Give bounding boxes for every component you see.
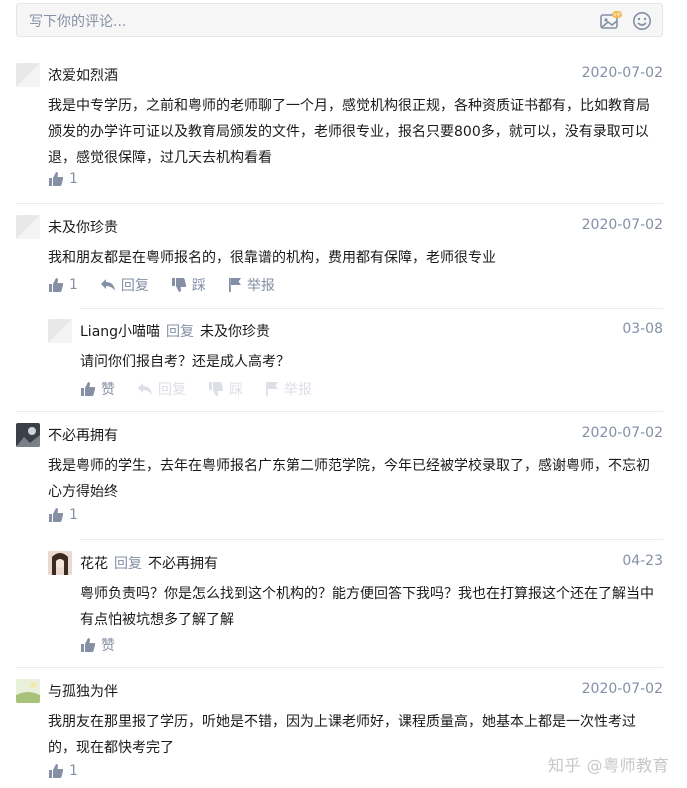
- comment-date: 2020-07-02: [581, 65, 663, 81]
- report-label: 举报: [284, 382, 312, 398]
- reply-tag: 回复: [114, 556, 142, 572]
- dislike-icon: [171, 278, 187, 292]
- reply-author[interactable]: Liang小喵喵: [80, 324, 160, 340]
- like-label: 赞: [101, 382, 115, 398]
- like-button[interactable]: 赞: [80, 635, 115, 655]
- avatar[interactable]: [16, 679, 40, 703]
- dislike-icon: [209, 382, 224, 396]
- reply-date: 03-08: [622, 321, 663, 337]
- reply-label: 回复: [158, 382, 186, 398]
- reply-to-user[interactable]: 不必再拥有: [148, 556, 218, 572]
- comment-text: 我是中专学历，之前和粤师的老师聊了一个月，感觉机构很正规，各种资质证书都有，比如…: [48, 98, 650, 166]
- reply-text: 粤师负责吗？你是怎么找到这个机构的？能方便回答下我吗？我也在打算报这个还在了解当…: [80, 586, 654, 628]
- report-label: 举报: [246, 278, 275, 294]
- comment-author[interactable]: 与孤独为伴: [48, 681, 118, 701]
- comment-item: 不必再拥有 2020-07-02 我是粤师的学生，去年在粤师报名广东第二师范学院…: [16, 423, 663, 533]
- like-label: 赞: [101, 638, 115, 654]
- comment-date: 2020-07-02: [581, 681, 663, 697]
- avatar[interactable]: [16, 423, 40, 447]
- like-icon: [49, 172, 64, 186]
- comment-actions: 1: [48, 763, 100, 779]
- reply-header: Liang小喵喵 回复 未及你珍贵: [80, 321, 270, 341]
- comment-date: 2020-07-02: [581, 217, 663, 233]
- comment-author[interactable]: 未及你珍贵: [48, 217, 118, 237]
- like-count: 1: [69, 507, 78, 523]
- reply-item: 花花 回复 不必再拥有 04-23 粤师负责吗？你是怎么找到这个机构的？能方便回答下…: [48, 551, 663, 661]
- reply-button[interactable]: 回复: [137, 379, 186, 399]
- comment-actions: 1 回复 踩 举报: [48, 275, 297, 295]
- like-count: 1: [69, 277, 78, 293]
- comment-text: 我是粤师的学生，去年在粤师报名广东第二师范学院，今年已经被学校录取了，感谢粤师，…: [48, 458, 650, 500]
- like-icon: [49, 764, 64, 778]
- emoji-icon[interactable]: [632, 11, 652, 31]
- like-icon: [81, 638, 96, 652]
- like-button[interactable]: 1: [48, 275, 78, 295]
- divider: [80, 539, 663, 540]
- comment-input-box: VIP: [16, 3, 663, 37]
- comment-actions: 1: [48, 171, 100, 187]
- reply-to-user[interactable]: 未及你珍贵: [200, 324, 270, 340]
- comment-input[interactable]: [27, 10, 591, 34]
- divider: [16, 667, 663, 668]
- comment-actions: 1: [48, 507, 100, 523]
- image-icon[interactable]: VIP: [600, 11, 622, 31]
- reply-item: Liang小喵喵 回复 未及你珍贵 03-08 请问你们报自考？还是成人高考？ 赞 …: [48, 319, 663, 404]
- divider: [16, 203, 663, 204]
- comment-item: 未及你珍贵 2020-07-02 我和朋友都是在粤师报名的，很靠谱的机构，费用都…: [16, 215, 663, 305]
- avatar[interactable]: [16, 215, 40, 239]
- reply-actions: 赞 回复 踩 举报: [80, 379, 334, 399]
- report-icon: [228, 278, 241, 292]
- dislike-button[interactable]: 踩: [208, 379, 243, 399]
- comment-item: 浓爱如烈酒 2020-07-02 我是中专学历，之前和粤师的老师聊了一个月，感觉…: [16, 63, 663, 193]
- like-button[interactable]: 1: [48, 507, 78, 523]
- report-button[interactable]: 举报: [265, 379, 312, 399]
- reply-date: 04-23: [622, 553, 663, 569]
- svg-text:VIP: VIP: [613, 13, 621, 19]
- reply-tag: 回复: [166, 324, 195, 340]
- comment-text: 我和朋友都是在粤师报名的，很靠谱的机构，费用都有保障，老师很专业: [48, 250, 496, 266]
- comment-author[interactable]: 浓爱如烈酒: [48, 65, 118, 85]
- comment-author[interactable]: 不必再拥有: [48, 425, 118, 445]
- reply-label: 回复: [120, 278, 149, 294]
- like-icon: [81, 382, 96, 396]
- like-button[interactable]: 1: [48, 763, 78, 779]
- like-icon: [49, 278, 64, 292]
- reply-text: 请问你们报自考？还是成人高考？: [80, 354, 290, 370]
- reply-icon: [100, 279, 115, 291]
- reply-header: 花花 回复 不必再拥有: [80, 553, 218, 573]
- avatar[interactable]: [48, 319, 72, 343]
- report-button[interactable]: 举报: [228, 275, 275, 295]
- dislike-label: 踩: [191, 278, 206, 294]
- avatar[interactable]: [16, 63, 40, 87]
- reply-actions: 赞: [80, 635, 137, 655]
- like-button[interactable]: 赞: [80, 379, 115, 399]
- dislike-button[interactable]: 踩: [171, 275, 206, 295]
- divider: [16, 411, 663, 412]
- reply-author[interactable]: 花花: [80, 556, 108, 572]
- avatar[interactable]: [48, 551, 72, 575]
- like-button[interactable]: 1: [48, 171, 78, 187]
- reply-button[interactable]: 回复: [100, 275, 149, 295]
- like-icon: [49, 508, 64, 522]
- watermark: 知乎 @粤师教育: [548, 756, 670, 775]
- like-count: 1: [69, 763, 78, 779]
- reply-icon: [138, 383, 152, 395]
- divider: [80, 308, 663, 309]
- dislike-label: 踩: [229, 382, 243, 398]
- like-count: 1: [69, 171, 78, 187]
- report-icon: [266, 382, 278, 396]
- comment-date: 2020-07-02: [581, 425, 663, 441]
